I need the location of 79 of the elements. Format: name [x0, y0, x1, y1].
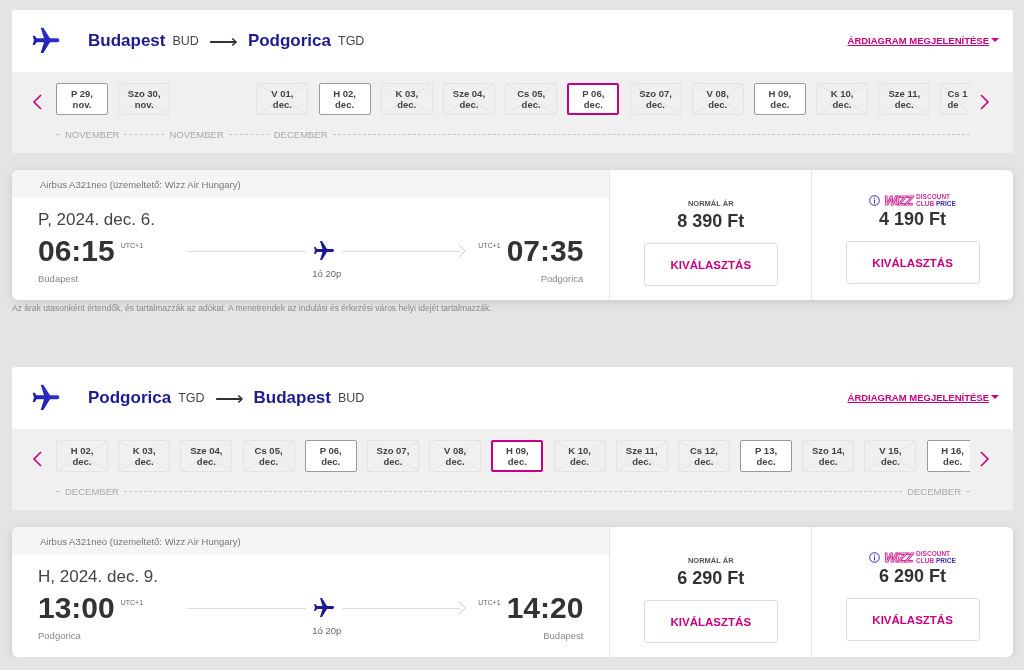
date-tile[interactable]: H 16, dec.: [926, 440, 970, 472]
airplane-icon: [311, 239, 336, 263]
flight-duration: 1ó 20p: [312, 268, 342, 279]
flight-duration: 1ó 20p: [312, 625, 342, 636]
date-tile[interactable]: V 08, dec.: [429, 440, 482, 472]
date-tile[interactable]: P 06, dec.: [304, 440, 357, 472]
departure-time: 13:00: [38, 591, 115, 625]
select-button[interactable]: KIVÁLASZTÁS: [845, 598, 980, 641]
date-tile[interactable]: H 02, dec.: [318, 83, 371, 115]
date-tile[interactable]: P 29, nov.: [56, 83, 108, 115]
select-button[interactable]: KIVÁLASZTÁS: [845, 241, 980, 284]
info-icon[interactable]: [869, 551, 881, 563]
brand-logo: WIZZ: [884, 550, 913, 564]
date-tile[interactable]: Szo 07, dec.: [366, 440, 419, 472]
date-tile[interactable]: K 10, dec.: [553, 440, 606, 472]
flight-date: H, 2024. dec. 9.: [38, 567, 160, 587]
date-tile[interactable]: Cs 05, dec.: [242, 440, 295, 472]
disclaimer-text: Az árak utasonként értendők, és tartalmazzák az adókat. A menetrendek az indulási és érkezési város helyi idejét tartalmazzák.: [12, 303, 493, 315]
departure-city: Podgorica: [38, 630, 82, 641]
month-label: DECEMBER: [906, 486, 962, 497]
fare-price: 6 290 Ft: [677, 568, 745, 589]
airplane-icon: [311, 596, 336, 620]
date-tile[interactable]: Cs 12, dec.: [677, 440, 730, 472]
caret-icon: [991, 37, 999, 43]
caret-icon: [991, 394, 999, 400]
date-tile[interactable]: Szo 07, dec.: [629, 83, 682, 115]
aircraft-info: Airbus A321neo (üzemeltető: Wizz Air Hungary): [12, 170, 610, 198]
date-tile[interactable]: K 03, dec.: [380, 83, 433, 115]
date-tile[interactable]: V 01, dec.: [256, 83, 309, 115]
departure-city: Budapest: [38, 273, 80, 284]
arrival-city: Podgorica: [540, 273, 584, 284]
date-tile[interactable]: V 08, dec.: [691, 83, 744, 115]
arrival-time: 07:35: [506, 234, 584, 268]
date-tile[interactable]: K 10, dec.: [816, 83, 869, 115]
date-tile[interactable]: H 09, dec.: [753, 83, 806, 115]
date-tile[interactable]: H 02, dec.: [56, 440, 108, 472]
month-label: NOVEMBER: [168, 129, 225, 140]
departure-time: 06:15: [38, 234, 115, 268]
month-label: DECEMBER: [64, 486, 120, 497]
info-icon[interactable]: [869, 194, 881, 206]
date-tile[interactable]: K 03, dec.: [118, 440, 171, 472]
route-arrow: ⟶: [214, 386, 244, 410]
price-chart-link[interactable]: ÁRDIAGRAM MEGJELENÍTÉSE: [847, 391, 999, 403]
arrival-city: Budapest: [543, 630, 584, 641]
select-button[interactable]: KIVÁLASZTÁS: [643, 243, 778, 286]
date-tile[interactable]: Sze 04, dec.: [442, 83, 495, 115]
origin-code: BUD: [172, 34, 199, 48]
arrowhead-icon: [459, 244, 467, 258]
select-button[interactable]: KIVÁLASZTÁS: [643, 600, 778, 643]
route-arrow: ⟶: [208, 29, 238, 53]
origin-city: Podgorica: [88, 388, 172, 408]
fare-price: 8 390 Ft: [677, 211, 745, 232]
date-tile[interactable]: Sze 11, dec.: [615, 440, 668, 472]
date-tile[interactable]: Cs 05, dec.: [505, 83, 558, 115]
origin-code: TGD: [178, 391, 205, 405]
fare-price: 4 190 Ft: [879, 209, 947, 230]
date-tile[interactable]: Szo 30, nov.: [118, 83, 171, 115]
destination-code: TGD: [338, 34, 365, 48]
brand-logo: WIZZ: [884, 193, 913, 207]
date-tile[interactable]: Sze 04, dec.: [180, 440, 233, 472]
flight-date: P, 2024. dec. 6.: [38, 210, 156, 230]
aircraft-info: Airbus A321neo (üzemeltető: Wizz Air Hungary): [12, 527, 610, 555]
date-tile[interactable]: H 09, dec.: [491, 440, 544, 472]
month-label: NOVEMBER: [64, 129, 121, 140]
origin-city: Budapest: [88, 31, 166, 51]
month-label: DECEMBER: [272, 129, 329, 140]
arrowhead-icon: [459, 601, 467, 615]
destination-code: BUD: [338, 391, 365, 405]
date-tile[interactable]: Cs 1 de: [940, 83, 970, 115]
date-tile[interactable]: Sze 11, dec.: [878, 83, 931, 115]
price-chart-link[interactable]: ÁRDIAGRAM MEGJELENÍTÉSE: [847, 34, 999, 46]
destination-city: Budapest: [253, 388, 331, 408]
arrival-time: 14:20: [506, 591, 584, 625]
fare-price: 6 290 Ft: [879, 566, 947, 587]
date-tile[interactable]: Szo 14, dec.: [802, 440, 855, 472]
destination-city: Podgorica: [247, 31, 331, 51]
date-tile[interactable]: P 06, dec.: [567, 83, 620, 115]
date-tile[interactable]: P 13, dec.: [740, 440, 793, 472]
date-tile[interactable]: V 15, dec.: [864, 440, 917, 472]
